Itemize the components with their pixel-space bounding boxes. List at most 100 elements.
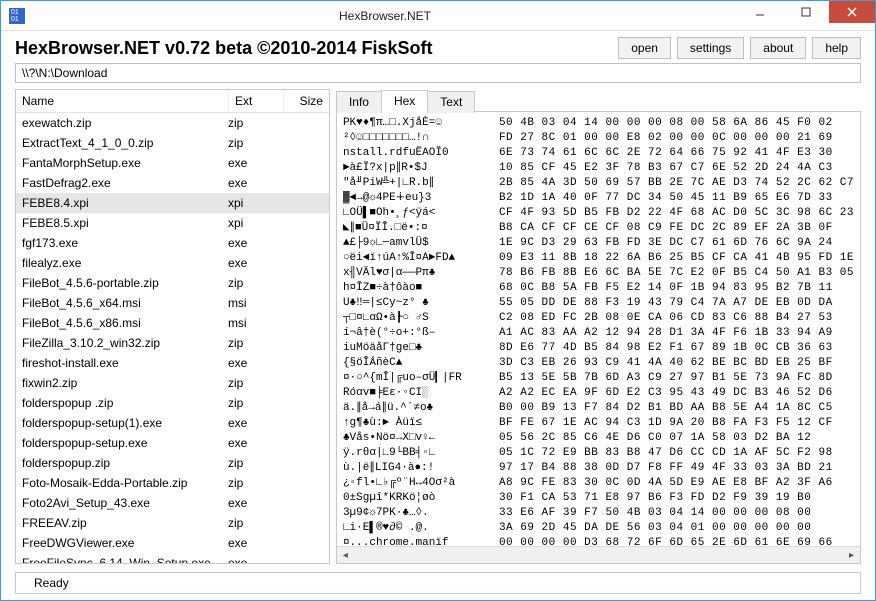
hex-row: h¤ÎZ■÷à†ôào■68 0C B8 5A FB F5 E2 14 0F 1… (343, 281, 854, 296)
hex-ascii: x╢VÄl♥σ|α——Pπ♣ (343, 266, 493, 281)
table-row[interactable]: folderspopup-setup.exeexe (16, 433, 329, 453)
col-name[interactable]: Name (16, 90, 229, 112)
hex-bytes: B5 13 5E 5B 7B 6D A3 C9 27 97 B1 5E 73 9… (493, 371, 854, 386)
app-window: HexBrowser.NET HexBrowser.NET v0.72 beta… (0, 0, 876, 601)
hex-ascii: ¤...chrome.manïf (343, 536, 493, 546)
hex-view[interactable]: PK♥♦¶π…□.XjåÈ=☺50 4B 03 04 14 00 00 00 0… (337, 112, 860, 546)
open-button[interactable]: open (618, 37, 671, 59)
table-row[interactable]: exewatch.zipzip (16, 113, 329, 133)
path-input[interactable] (15, 63, 861, 83)
file-ext: xpi (228, 195, 283, 211)
table-row[interactable]: ExtractText_4_1_0_0.zipzip (16, 133, 329, 153)
settings-button[interactable]: settings (677, 37, 744, 59)
table-row[interactable]: FileBot_4.5.6_x64.msimsi (16, 293, 329, 313)
hex-row: ¤...chrome.manïf00 00 00 00 D3 68 72 6F … (343, 536, 854, 546)
hex-ascii: nstall.rdfuËAOÏ0 (343, 146, 493, 161)
file-table-header: Name Ext Size (16, 90, 329, 113)
file-name: Foto2Avi_Setup_43.exe (22, 495, 228, 511)
window-title: HexBrowser.NET (33, 9, 737, 23)
table-row[interactable]: folderspopup-setup(1).exeexe (16, 413, 329, 433)
file-size (283, 455, 323, 471)
file-size (283, 475, 323, 491)
hex-bytes: 78 B6 FB 8B E6 6C BA 5E 7C E2 0F B5 C4 5… (493, 266, 854, 281)
hex-row: ∟OÜ▌■Oh•¸ƒ<ÿá<CF 4F 93 5D B5 FB D2 22 4F… (343, 206, 854, 221)
file-name: FEBE8.4.xpi (22, 195, 228, 211)
file-name: FastDefrag2.exe (22, 175, 228, 191)
hex-row: ″å╜PiW╩+|∟R.b∥2B 85 4A 3D 50 69 57 BB 2E… (343, 176, 854, 191)
table-row[interactable]: FileBot_4.5.6-portable.zipzip (16, 273, 329, 293)
file-size (283, 315, 323, 331)
hex-ascii: ┬□¤∟αΩ•à┠○ ♂S (343, 311, 493, 326)
hex-bytes: 55 05 DD DE 88 F3 19 43 79 C4 7A A7 DE E… (493, 296, 854, 311)
table-row[interactable]: fixwin2.zipzip (16, 373, 329, 393)
hex-ascii: ▓◄→@☼4PE∔eu}3 (343, 191, 493, 206)
hex-row: ▓◄→@☼4PE∔eu}3B2 1D 1A 40 0F 77 DC 34 50 … (343, 191, 854, 206)
tab-text[interactable]: Text (427, 91, 475, 113)
table-row[interactable]: Foto2Avi_Setup_43.exeexe (16, 493, 329, 513)
table-row[interactable]: Foto-Mosaik-Edda-Portable.zipzip (16, 473, 329, 493)
hex-row: {§öÎǺñèC▲3D C3 EB 26 93 C9 41 4A 40 62 B… (343, 356, 854, 371)
file-ext: exe (228, 355, 283, 371)
scroll-track[interactable] (354, 547, 843, 564)
file-name: FREEAV.zip (22, 515, 228, 531)
hex-ascii: ″å╜PiW╩+|∟R.b∥ (343, 176, 493, 191)
col-ext[interactable]: Ext (229, 90, 284, 112)
hex-panel: Info Hex Text PK♥♦¶π…□.XjåÈ=☺50 4B 03 04… (336, 89, 861, 564)
col-size[interactable]: Size (284, 90, 329, 112)
file-name: folderspopup-setup.exe (22, 435, 228, 451)
tab-hex[interactable]: Hex (381, 90, 428, 112)
table-row[interactable]: folderspopup .zipzip (16, 393, 329, 413)
hex-bytes: 3A 69 2D 45 DA DE 56 03 04 01 00 00 00 0… (493, 521, 854, 536)
hex-row: ◣∥■Ü¤ÏÎ.□ё•:¤B8 CA CF CF CE CF 08 C9 FE … (343, 221, 854, 236)
file-size (283, 135, 323, 151)
hex-ascii: 3µ9¢☼7PK∙♣…◊. (343, 506, 493, 521)
maximize-button[interactable] (783, 1, 829, 23)
hex-ascii: iuMöäåΓ†ge□♣ (343, 341, 493, 356)
table-row[interactable]: FantaMorphSetup.exeexe (16, 153, 329, 173)
file-size (283, 295, 323, 311)
hex-row: nstall.rdfuËAOÏ06E 73 74 61 6C 6C 2E 72 … (343, 146, 854, 161)
file-ext: exe (228, 235, 283, 251)
hex-ascii: ¿◦fl•∟♭╔º¨H↔4Oσ²à (343, 476, 493, 491)
file-ext: zip (228, 395, 283, 411)
file-list[interactable]: exewatch.zipzipExtractText_4_1_0_0.zipzi… (16, 113, 329, 563)
tab-info[interactable]: Info (336, 91, 382, 113)
minimize-button[interactable] (737, 1, 783, 23)
table-row[interactable]: fireshot-install.exeexe (16, 353, 329, 373)
file-size (283, 335, 323, 351)
table-row[interactable]: fgf173.exeexe (16, 233, 329, 253)
file-size (283, 115, 323, 131)
hex-ascii: ÿ.rθα|∟9└BB╡◦∟ (343, 446, 493, 461)
hex-bytes: 68 0C B8 5A FB F5 E2 14 0F 1B 94 83 95 B… (493, 281, 854, 296)
hex-bytes: A8 9C FE 83 30 0C 0D 4A 5D E9 AE E8 BF A… (493, 476, 854, 491)
file-ext: zip (228, 475, 283, 491)
file-name: fixwin2.zip (22, 375, 228, 391)
path-row (1, 63, 875, 89)
scroll-left-icon[interactable]: ◂ (337, 547, 354, 564)
file-size (283, 255, 323, 271)
table-row[interactable]: FEBE8.4.xpixpi (16, 193, 329, 213)
table-row[interactable]: folderspopup.zipzip (16, 453, 329, 473)
help-button[interactable]: help (812, 37, 861, 59)
hex-row: ù.|ё∥LIG4·à●:!97 17 B4 88 38 0D D7 F8 FF… (343, 461, 854, 476)
horizontal-scrollbar[interactable]: ◂ ▸ (337, 546, 860, 563)
hex-row: ¤∙○^{mÎ|╔uo–σÜ▎|FRB5 13 5E 5B 7B 6D A3 C… (343, 371, 854, 386)
close-button[interactable] (829, 1, 875, 23)
file-ext: exe (228, 175, 283, 191)
table-row[interactable]: FREEAV.zipzip (16, 513, 329, 533)
table-row[interactable]: FreeFileSync_6.14_Win_Setup.exeexe (16, 553, 329, 563)
table-row[interactable]: FileBot_4.5.6_x86.msimsi (16, 313, 329, 333)
hex-row: Róαv■╞Eε·◦CI░A2 A2 EC EA 9F 6D E2 C3 95 … (343, 386, 854, 401)
table-row[interactable]: filealyz.exeexe (16, 253, 329, 273)
table-row[interactable]: FreeDWGViewer.exeexe (16, 533, 329, 553)
hex-bytes: 2B 85 4A 3D 50 69 57 BB 2E 7C AE D3 74 5… (493, 176, 854, 191)
table-row[interactable]: FileZilla_3.10.2_win32.zipzip (16, 333, 329, 353)
hex-ascii: ↑g¶♣ù:► Àüï≤ (343, 416, 493, 431)
hex-row: ÿ.rθα|∟9└BB╡◦∟05 1C 72 E9 BB 83 B8 47 D6… (343, 446, 854, 461)
table-row[interactable]: FEBE8.5.xpixpi (16, 213, 329, 233)
hex-ascii: ¤∙○^{mÎ|╔uo–σÜ▎|FR (343, 371, 493, 386)
about-button[interactable]: about (750, 37, 806, 59)
scroll-right-icon[interactable]: ▸ (843, 547, 860, 564)
table-row[interactable]: FastDefrag2.exeexe (16, 173, 329, 193)
file-name: FileBot_4.5.6_x64.msi (22, 295, 228, 311)
